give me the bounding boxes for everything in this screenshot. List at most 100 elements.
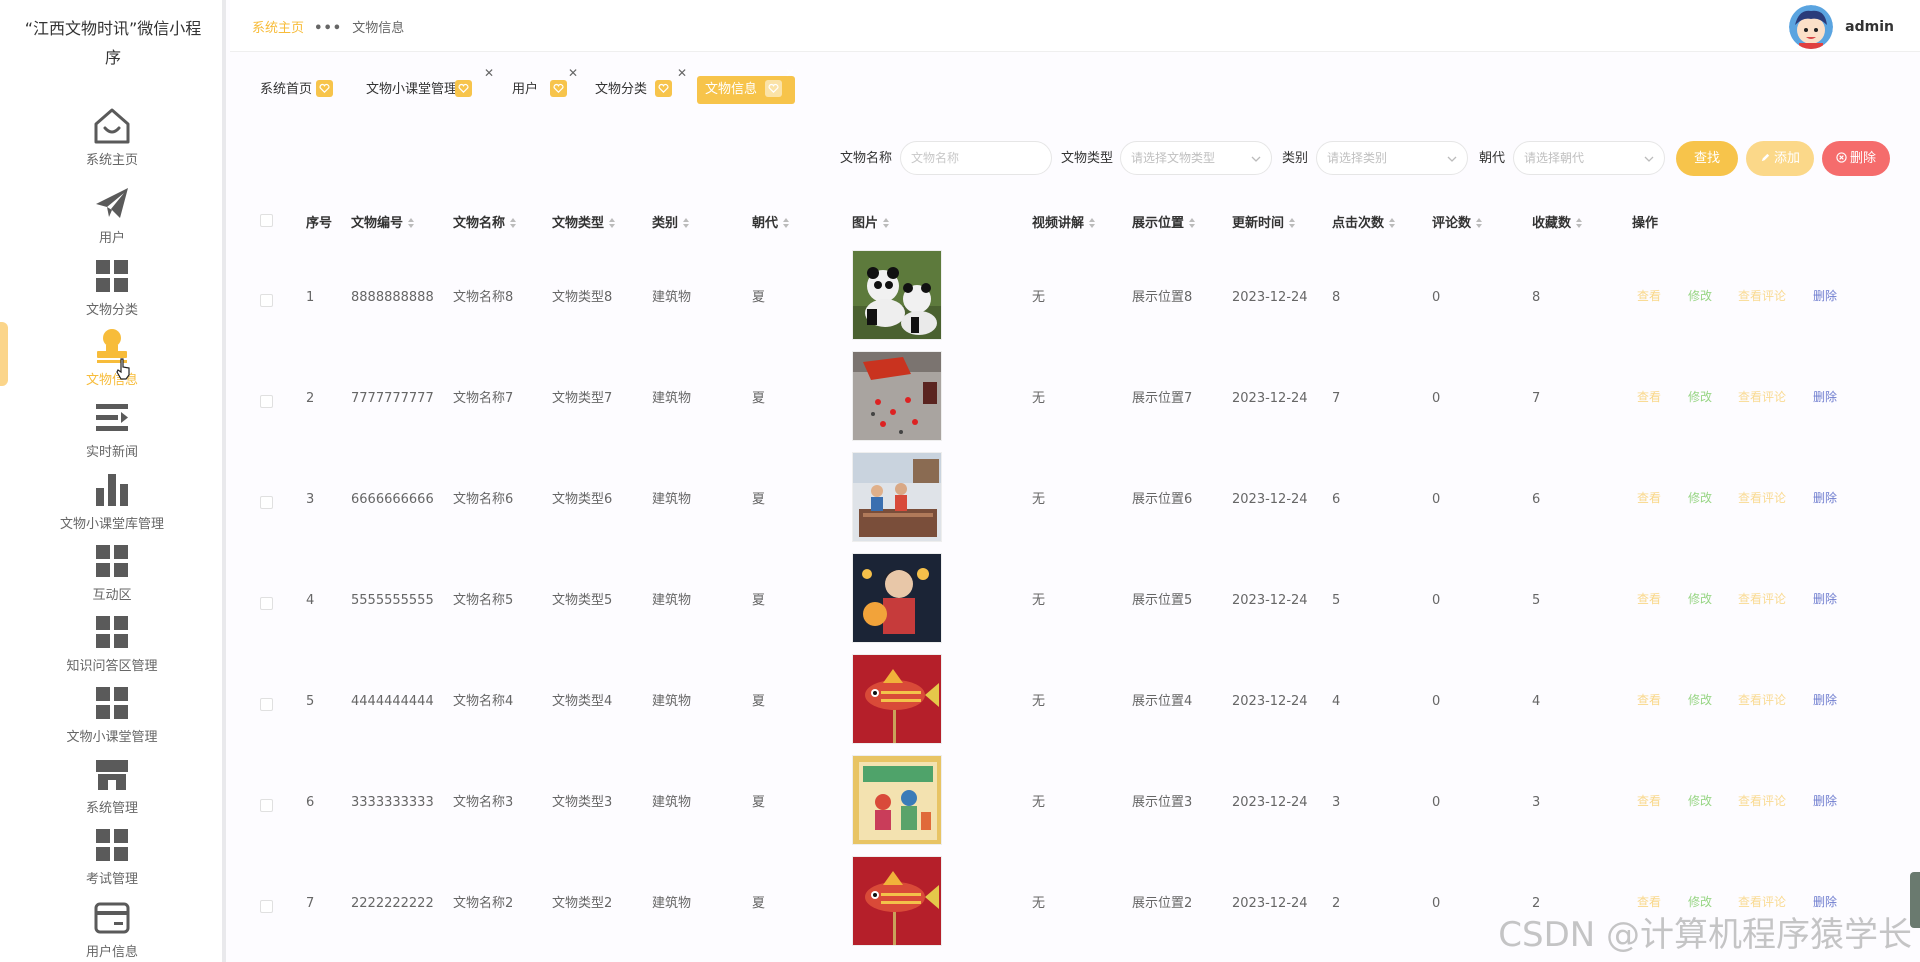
cell-name: 文物名称5: [453, 593, 514, 608]
edit-button[interactable]: 修改: [1688, 691, 1712, 708]
sidebar-item-class[interactable]: 文物小课堂管理: [40, 683, 184, 749]
cell-favorites: 5: [1532, 593, 1541, 608]
tab-class-management[interactable]: 文物小课堂管理 ✕: [366, 66, 494, 104]
relic-image[interactable]: [852, 452, 942, 542]
relic-image[interactable]: [852, 856, 942, 946]
view-button[interactable]: 查看: [1637, 590, 1661, 607]
sidebar-item-users[interactable]: 用户: [40, 184, 184, 250]
sidebar-item-interaction[interactable]: 互动区: [40, 541, 184, 607]
row-checkbox[interactable]: [260, 294, 273, 307]
relic-image[interactable]: [852, 654, 942, 744]
view-comments-button[interactable]: 查看评论: [1738, 287, 1786, 304]
view-button[interactable]: 查看: [1637, 489, 1661, 506]
cell-category: 建筑物: [652, 694, 692, 709]
cell-clicks: 4: [1332, 694, 1341, 709]
view-comments-button[interactable]: 查看评论: [1738, 489, 1786, 506]
tab-users[interactable]: 用户 ✕: [512, 66, 578, 104]
view-button[interactable]: 查看: [1637, 287, 1661, 304]
column-header[interactable]: 更新时间: [1232, 212, 1296, 231]
row-checkbox[interactable]: [260, 799, 273, 812]
cell-clicks: 6: [1332, 492, 1341, 507]
edit-button[interactable]: 修改: [1688, 489, 1712, 506]
delete-row-button[interactable]: 删除: [1813, 287, 1837, 304]
delete-row-button[interactable]: 删除: [1813, 489, 1837, 506]
scroll-handle[interactable]: [1910, 872, 1920, 928]
tab-home[interactable]: 系统首页: [260, 76, 334, 104]
breadcrumb-home[interactable]: 系统主页: [252, 21, 304, 36]
category-select[interactable]: 请选择类别: [1316, 141, 1468, 175]
dynasty-select[interactable]: 请选择朝代: [1513, 141, 1665, 175]
edit-button[interactable]: 修改: [1688, 287, 1712, 304]
tab-relic-info[interactable]: 文物信息 ✕: [697, 66, 795, 104]
relic-image[interactable]: [852, 553, 942, 643]
close-icon[interactable]: ✕: [568, 66, 578, 80]
column-header[interactable]: 文物编号: [351, 212, 415, 231]
relic-image[interactable]: [852, 250, 942, 340]
sidebar-item-user-info[interactable]: 用户信息: [40, 898, 184, 962]
sidebar-item-relic-info[interactable]: 文物信息: [40, 326, 184, 392]
sidebar-item-exam[interactable]: 考试管理: [40, 825, 184, 891]
close-icon[interactable]: ✕: [677, 66, 687, 80]
sidebar-item-relic-category[interactable]: 文物分类: [40, 256, 184, 322]
sidebar-item-home[interactable]: 系统主页: [40, 106, 184, 172]
search-button[interactable]: 查找: [1676, 141, 1738, 176]
sidebar-item-system[interactable]: 系统管理: [40, 754, 184, 820]
column-header[interactable]: 展示位置: [1132, 212, 1196, 231]
close-icon[interactable]: ✕: [484, 66, 494, 80]
column-header[interactable]: 图片: [852, 212, 890, 231]
select-all-checkbox[interactable]: [260, 214, 273, 227]
avatar[interactable]: [1789, 5, 1834, 49]
cell-code: 3333333333: [351, 795, 434, 810]
column-header[interactable]: 文物类型: [552, 212, 616, 231]
delete-button[interactable]: 删除: [1822, 141, 1890, 176]
dynasty-label: 朝代: [1479, 151, 1506, 166]
view-button[interactable]: 查看: [1637, 792, 1661, 809]
close-icon[interactable]: ✕: [785, 66, 795, 80]
view-comments-button[interactable]: 查看评论: [1738, 590, 1786, 607]
cell-comments: 0: [1432, 290, 1441, 305]
tab-relic-category[interactable]: 文物分类 ✕: [595, 66, 687, 104]
relic-name-input[interactable]: [900, 141, 1052, 175]
column-header[interactable]: 收藏数: [1532, 212, 1583, 231]
sidebar-item-label: 文物小课堂管理: [66, 730, 158, 745]
view-button[interactable]: 查看: [1637, 691, 1661, 708]
column-header[interactable]: 类别: [652, 212, 690, 231]
cell-name: 文物名称7: [453, 391, 514, 406]
user-menu[interactable]: admin: [1789, 5, 1894, 49]
column-header[interactable]: 评论数: [1432, 212, 1483, 231]
add-button[interactable]: 添加: [1746, 141, 1814, 176]
column-header[interactable]: 文物名称: [453, 212, 517, 231]
sidebar-item-qa[interactable]: 知识问答区管理: [40, 612, 184, 678]
column-header[interactable]: 点击次数: [1332, 212, 1396, 231]
delete-row-button[interactable]: 删除: [1813, 590, 1837, 607]
column-header[interactable]: 朝代: [752, 212, 790, 231]
edit-button[interactable]: 修改: [1688, 590, 1712, 607]
sidebar-item-news[interactable]: 实时新闻: [40, 398, 184, 464]
cell-updated: 2023-12-24: [1232, 896, 1308, 911]
relic-image[interactable]: [852, 351, 942, 441]
edit-button[interactable]: 修改: [1688, 792, 1712, 809]
row-checkbox[interactable]: [260, 597, 273, 610]
cell-video: 无: [1032, 593, 1046, 608]
view-button[interactable]: 查看: [1637, 388, 1661, 405]
view-comments-button[interactable]: 查看评论: [1738, 388, 1786, 405]
top-header: 系统主页 ••• 文物信息 admin: [230, 0, 1920, 52]
close-circle-icon: [1836, 152, 1847, 163]
row-checkbox[interactable]: [260, 395, 273, 408]
delete-row-button[interactable]: 删除: [1813, 388, 1837, 405]
username[interactable]: admin: [1845, 19, 1894, 35]
row-checkbox[interactable]: [260, 496, 273, 509]
sidebar-item-class-library[interactable]: 文物小课堂库管理: [40, 470, 184, 536]
relic-image[interactable]: [852, 755, 942, 845]
delete-row-button[interactable]: 删除: [1813, 691, 1837, 708]
column-header[interactable]: 视频讲解: [1032, 212, 1096, 231]
cell-video: 无: [1032, 694, 1046, 709]
row-checkbox[interactable]: [260, 698, 273, 711]
view-comments-button[interactable]: 查看评论: [1738, 792, 1786, 809]
cell-dynasty: 夏: [752, 896, 766, 911]
view-comments-button[interactable]: 查看评论: [1738, 691, 1786, 708]
relic-type-select[interactable]: 请选择文物类型: [1120, 141, 1272, 175]
delete-row-button[interactable]: 删除: [1813, 792, 1837, 809]
edit-button[interactable]: 修改: [1688, 388, 1712, 405]
row-checkbox[interactable]: [260, 900, 273, 913]
